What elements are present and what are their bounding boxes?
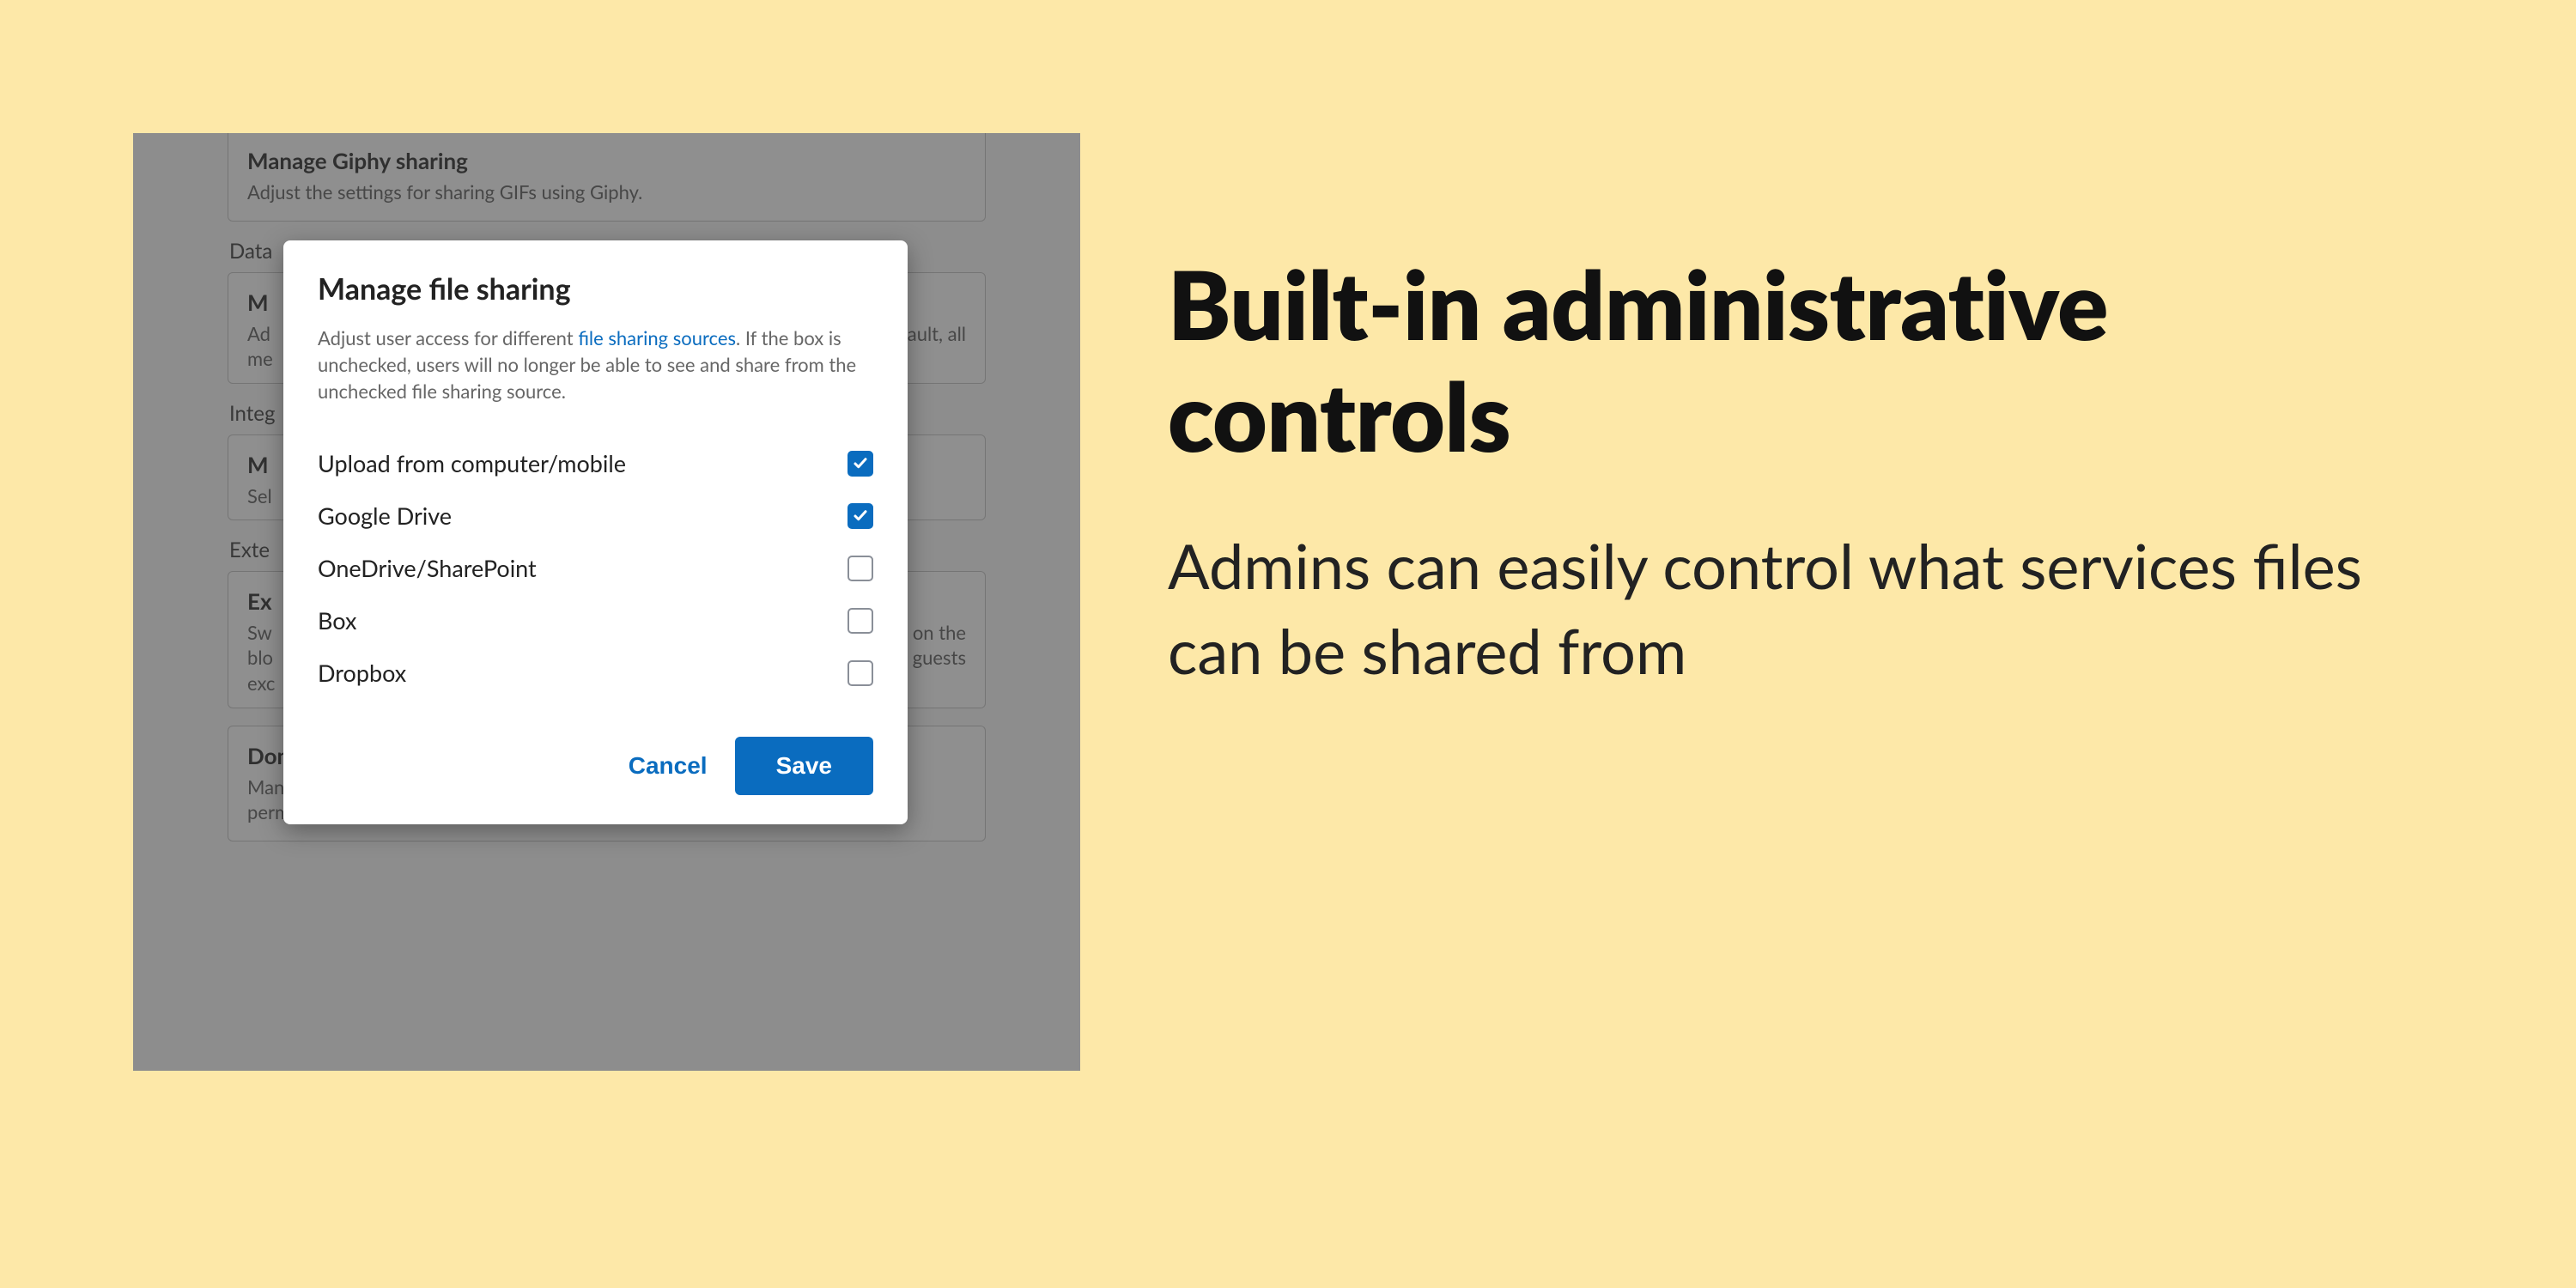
- option-checkbox[interactable]: [848, 660, 873, 686]
- marketing-subhead: Admins can easily control what services …: [1168, 524, 2456, 695]
- option-checkbox[interactable]: [848, 503, 873, 529]
- file-sharing-option: Google Drive: [318, 489, 873, 542]
- dialog-title: Manage file sharing: [318, 271, 873, 307]
- option-label: OneDrive/SharePoint: [318, 554, 537, 582]
- card-giphy-desc: Adjust the settings for sharing GIFs usi…: [247, 179, 966, 205]
- option-label: Google Drive: [318, 501, 452, 530]
- option-label: Box: [318, 606, 356, 635]
- file-sharing-option: Box: [318, 594, 873, 647]
- file-sharing-option: Upload from computer/mobile: [318, 437, 873, 489]
- file-sharing-sources-link[interactable]: file sharing sources: [578, 326, 736, 349]
- dialog-description: Adjust user access for different file sh…: [318, 325, 873, 404]
- admin-screenshot: Manage Giphy sharing Adjust the settings…: [133, 133, 1080, 1071]
- marketing-headline: Built-in administrative controls: [1168, 249, 2456, 472]
- dialog-actions: Cancel Save: [318, 737, 873, 795]
- manage-file-sharing-dialog: Manage file sharing Adjust user access f…: [283, 240, 908, 824]
- marketing-copy: Built-in administrative controls Admins …: [1168, 249, 2456, 694]
- option-label: Upload from computer/mobile: [318, 449, 626, 477]
- checkmark-icon: [853, 508, 868, 524]
- card-giphy-title: Manage Giphy sharing: [247, 147, 966, 174]
- save-button[interactable]: Save: [735, 737, 873, 795]
- option-label: Dropbox: [318, 659, 406, 687]
- file-sharing-option: OneDrive/SharePoint: [318, 542, 873, 594]
- checkmark-icon: [853, 456, 868, 471]
- file-sharing-option: Dropbox: [318, 647, 873, 699]
- option-checkbox[interactable]: [848, 608, 873, 634]
- option-checkbox[interactable]: [848, 451, 873, 477]
- card-giphy: Manage Giphy sharing Adjust the settings…: [228, 133, 986, 222]
- cancel-button[interactable]: Cancel: [629, 752, 708, 780]
- option-checkbox[interactable]: [848, 556, 873, 581]
